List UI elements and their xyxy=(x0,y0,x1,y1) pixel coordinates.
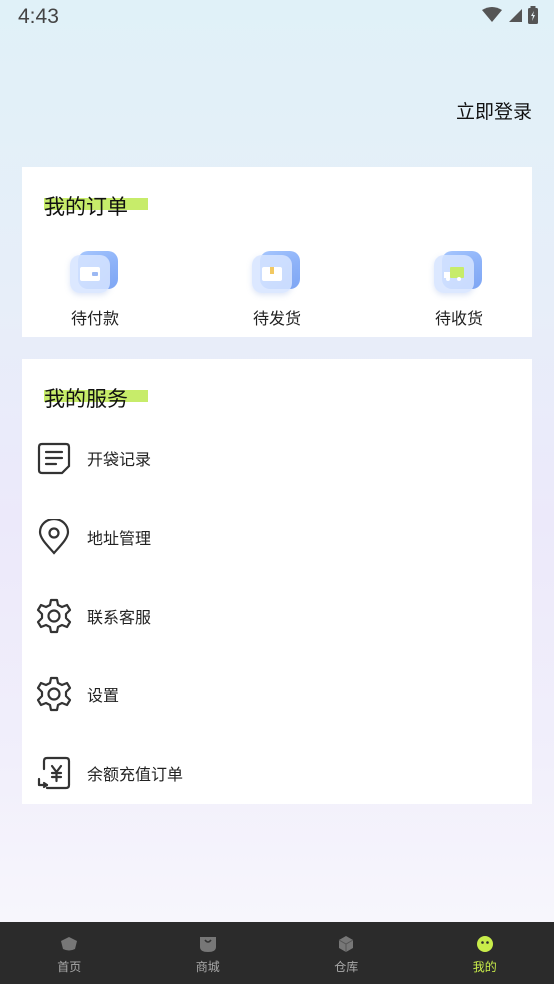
truck-icon xyxy=(434,255,474,293)
yuan-receipt-icon xyxy=(36,755,72,791)
order-label: 待收货 xyxy=(434,309,483,328)
service-label: 设置 xyxy=(87,686,120,705)
nav-label: 仓库 xyxy=(334,960,359,974)
nav-label: 首页 xyxy=(57,960,82,974)
shop-icon xyxy=(198,934,218,954)
gear-icon xyxy=(36,676,72,712)
order-item-pending-shipment[interactable]: 待发货 xyxy=(222,251,332,329)
service-item-customer-service[interactable]: 联系客服 xyxy=(22,586,532,646)
warehouse-icon xyxy=(336,934,356,954)
status-time: 4:43 xyxy=(18,5,59,28)
bottom-nav: 首页 商城 仓库 我的 xyxy=(0,922,554,984)
nav-label: 我的 xyxy=(472,960,497,974)
document-icon xyxy=(36,440,72,476)
package-icon xyxy=(252,255,292,293)
orders-title: 我的订单 xyxy=(44,195,128,219)
nav-item-profile[interactable]: 我的 xyxy=(416,922,554,984)
service-item-settings[interactable]: 设置 xyxy=(22,664,532,724)
gear-icon xyxy=(36,598,72,634)
service-label: 联系客服 xyxy=(87,608,152,627)
orders-card: 我的订单 待付款 待发货 待收货 xyxy=(22,167,532,337)
nav-item-warehouse[interactable]: 仓库 xyxy=(277,922,416,984)
order-label: 待付款 xyxy=(70,309,119,328)
services-card: 我的服务 开袋记录 地址管理 联系客服 设置 余额充值订单 xyxy=(22,359,532,804)
service-label: 地址管理 xyxy=(87,529,152,548)
wallet-icon xyxy=(70,255,110,293)
nav-item-home[interactable]: 首页 xyxy=(0,922,139,984)
status-bar: 4:43 xyxy=(0,0,554,34)
wifi-icon xyxy=(482,7,502,22)
order-label: 待发货 xyxy=(252,309,301,328)
services-title: 我的服务 xyxy=(44,387,128,411)
service-label: 余额充值订单 xyxy=(87,765,184,784)
signal-icon xyxy=(509,9,522,22)
service-item-bag-records[interactable]: 开袋记录 xyxy=(22,428,532,488)
location-pin-icon xyxy=(36,519,72,555)
service-item-address[interactable]: 地址管理 xyxy=(22,507,532,567)
order-item-pending-payment[interactable]: 待付款 xyxy=(40,251,150,329)
service-label: 开袋记录 xyxy=(87,450,152,469)
profile-icon xyxy=(475,934,495,954)
battery-icon xyxy=(528,6,538,24)
order-item-pending-receipt[interactable]: 待收货 xyxy=(404,251,514,329)
nav-item-shop[interactable]: 商城 xyxy=(139,922,278,984)
service-item-recharge-orders[interactable]: 余额充值订单 xyxy=(22,743,532,803)
status-icons xyxy=(482,6,538,24)
home-icon xyxy=(59,934,79,954)
login-button[interactable]: 立即登录 xyxy=(456,97,532,124)
nav-label: 商城 xyxy=(195,960,220,974)
